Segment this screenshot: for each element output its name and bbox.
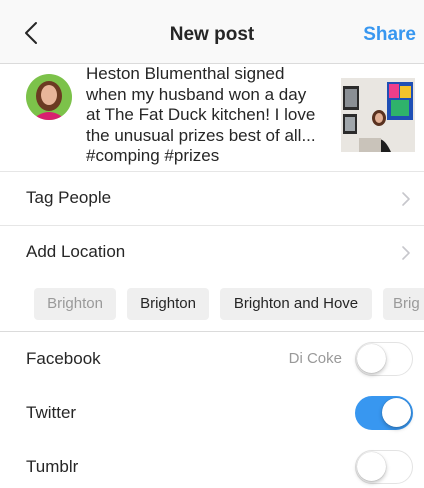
location-chip[interactable]: Brighton: [34, 288, 116, 320]
twitter-share-row: Twitter: [0, 386, 424, 440]
tag-people-row[interactable]: Tag People: [0, 172, 424, 226]
facebook-toggle[interactable]: [355, 342, 413, 376]
toggle-knob: [382, 398, 411, 427]
twitter-toggle[interactable]: [355, 396, 413, 430]
post-composer: Heston Blumenthal signed when my husband…: [0, 64, 424, 172]
facebook-account-name: Di Coke: [288, 350, 342, 367]
chevron-right-icon: [402, 192, 410, 206]
location-suggestions: Brighton Brighton Brighton and Hove Brig: [0, 280, 424, 332]
facebook-label: Facebook: [26, 349, 101, 368]
toggle-knob: [357, 452, 386, 481]
caption-input[interactable]: Heston Blumenthal signed when my husband…: [86, 64, 338, 167]
nav-bar: New post Share: [0, 0, 424, 64]
tumblr-label: Tumblr: [26, 457, 79, 476]
chevron-right-icon: [402, 246, 410, 260]
tumblr-share-row: Tumblr: [0, 440, 424, 488]
share-button[interactable]: Share: [363, 24, 416, 46]
tag-people-label: Tag People: [26, 188, 112, 207]
avatar: [26, 74, 72, 120]
facebook-share-row: Facebook Di Coke: [0, 332, 424, 386]
toggle-knob: [357, 344, 386, 373]
post-thumbnail[interactable]: [341, 78, 415, 152]
page-title: New post: [169, 24, 255, 45]
add-location-label: Add Location: [26, 242, 126, 261]
twitter-label: Twitter: [26, 403, 77, 422]
location-chip[interactable]: Brighton: [127, 288, 209, 320]
tumblr-toggle[interactable]: [355, 450, 413, 484]
add-location-row[interactable]: Add Location: [0, 226, 424, 280]
location-chip[interactable]: Brighton and Hove: [220, 288, 372, 320]
location-chip[interactable]: Brig: [383, 288, 424, 320]
